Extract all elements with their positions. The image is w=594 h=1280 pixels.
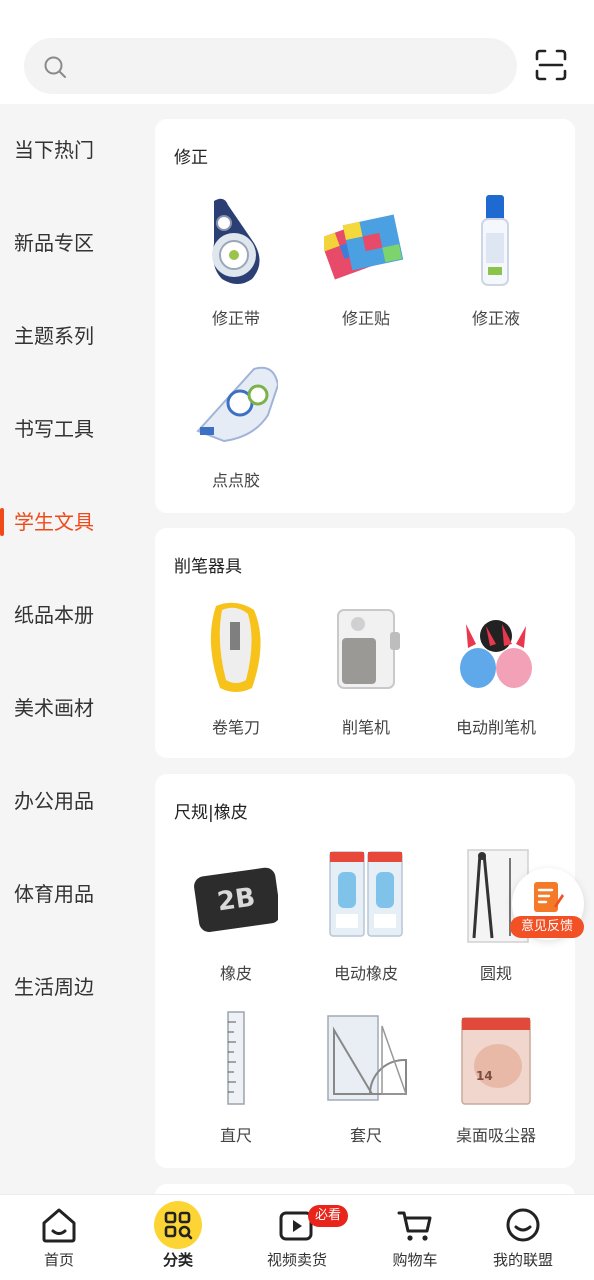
- top-header: [0, 0, 594, 104]
- ruler-set-image: [327, 1015, 408, 1101]
- product-eraser[interactable]: 2B 橡皮: [171, 848, 301, 998]
- product-label: 削笔机: [341, 718, 390, 737]
- product-electric-eraser[interactable]: 电动橡皮: [301, 848, 431, 998]
- product-label: 圆规: [479, 964, 512, 983]
- product-label: 套尺: [349, 1126, 382, 1145]
- product-correction-sticker[interactable]: 修正贴: [301, 193, 431, 343]
- nav-label: 购物车: [392, 1251, 438, 1269]
- product-label: 桌面吸尘器: [455, 1126, 536, 1145]
- sidebar-item-life[interactable]: 生活周边: [0, 957, 140, 1017]
- sidebar-item-writing-tools[interactable]: 书写工具: [0, 399, 140, 459]
- category-sidebar: 当下热门 新品专区 主题系列 书写工具 学生文具 纸品本册 美术画材 办公用品 …: [0, 104, 140, 1194]
- search-bar[interactable]: [24, 38, 517, 94]
- home-icon: [42, 1208, 76, 1243]
- glue-dots-image: [196, 366, 278, 443]
- nav-label: 视频卖货: [266, 1251, 327, 1269]
- product-ruler-set[interactable]: 套尺: [301, 1010, 431, 1160]
- nav-category[interactable]: 分类: [119, 1195, 237, 1280]
- product-label: 卷笔刀: [211, 718, 260, 737]
- correction-sticker-image: [324, 214, 404, 280]
- eraser-image: 2B: [194, 867, 278, 932]
- video-badge: 必看: [308, 1205, 349, 1227]
- section-sharpeners: 削笔器具 卷笔刀 削笔机 电动削笔机: [155, 528, 575, 758]
- product-label: 修正液: [471, 309, 520, 328]
- section-correction: 修正 修正带 修正贴 修正液 点点胶: [155, 119, 575, 513]
- product-sharpening-machine[interactable]: 削笔机: [301, 602, 431, 752]
- search-input[interactable]: [80, 38, 500, 94]
- vacuum-print-text: 14: [476, 1069, 493, 1083]
- product-glue-dots[interactable]: 点点胶: [171, 355, 301, 505]
- product-label: 修正贴: [341, 309, 390, 328]
- smile-icon: [506, 1208, 540, 1242]
- nav-label: 分类: [162, 1251, 193, 1269]
- electric-eraser-image: [329, 851, 403, 937]
- scan-icon[interactable]: [534, 48, 568, 82]
- correction-fluid-image: [481, 195, 509, 286]
- product-label: 橡皮: [219, 964, 252, 983]
- nav-my-alliance[interactable]: 我的联盟: [464, 1195, 582, 1280]
- cart-icon: [397, 1211, 432, 1241]
- search-icon: [44, 56, 66, 78]
- category-icon: [154, 1201, 202, 1249]
- nav-cart[interactable]: 购物车: [356, 1195, 474, 1280]
- sidebar-item-theme[interactable]: 主题系列: [0, 306, 140, 366]
- desk-vacuum-image: 14: [461, 1017, 531, 1105]
- product-label: 电动削笔机: [455, 718, 536, 737]
- product-correction-fluid[interactable]: 修正液: [431, 193, 561, 343]
- product-desk-vacuum[interactable]: 14 桌面吸尘器: [431, 1010, 561, 1160]
- product-label: 修正带: [211, 309, 260, 328]
- section-title: 尺规|橡皮: [174, 803, 248, 823]
- product-correction-tape[interactable]: 修正带: [171, 193, 301, 343]
- sidebar-item-hot[interactable]: 当下热门: [0, 120, 140, 180]
- feedback-icon: [534, 882, 564, 912]
- section-rulers-erasers: 尺规|橡皮 2B 橡皮 电动橡皮 圆规 直尺 套尺 14 桌面吸尘器: [155, 774, 575, 1168]
- sidebar-item-new[interactable]: 新品专区: [0, 213, 140, 273]
- sidebar-item-paper[interactable]: 纸品本册: [0, 585, 140, 645]
- section-title: 削笔器具: [174, 557, 242, 577]
- sidebar-item-art[interactable]: 美术画材: [0, 678, 140, 738]
- electric-sharpener-image: [460, 620, 532, 688]
- sharpening-machine-image: [337, 609, 400, 689]
- sidebar-item-student-stationery[interactable]: 学生文具: [0, 492, 140, 552]
- nav-video-sales[interactable]: 必看 视频卖货: [238, 1195, 356, 1280]
- nav-label: 我的联盟: [492, 1251, 553, 1269]
- pencil-sharpener-image: [210, 602, 261, 692]
- product-label: 电动橡皮: [333, 964, 398, 983]
- eraser-print-text: 2B: [215, 882, 257, 917]
- bottom-nav: 首页 分类 必看 视频卖货 购物车 我的联盟: [0, 1194, 594, 1280]
- correction-tape-image: [212, 198, 260, 284]
- feedback-button[interactable]: 意见反馈: [510, 868, 584, 940]
- sidebar-item-office[interactable]: 办公用品: [0, 771, 140, 831]
- product-label: 点点胶: [211, 471, 260, 490]
- section-title: 修正: [174, 148, 208, 168]
- nav-label: 首页: [43, 1251, 74, 1269]
- product-ruler[interactable]: 直尺: [171, 1010, 301, 1160]
- sidebar-item-sports[interactable]: 体育用品: [0, 864, 140, 924]
- product-electric-sharpener[interactable]: 电动削笔机: [431, 602, 561, 752]
- ruler-image: [227, 1011, 245, 1105]
- feedback-label: 意见反馈: [510, 916, 584, 938]
- nav-home[interactable]: 首页: [0, 1195, 118, 1280]
- product-pencil-sharpener[interactable]: 卷笔刀: [171, 602, 301, 752]
- product-label: 直尺: [219, 1126, 252, 1145]
